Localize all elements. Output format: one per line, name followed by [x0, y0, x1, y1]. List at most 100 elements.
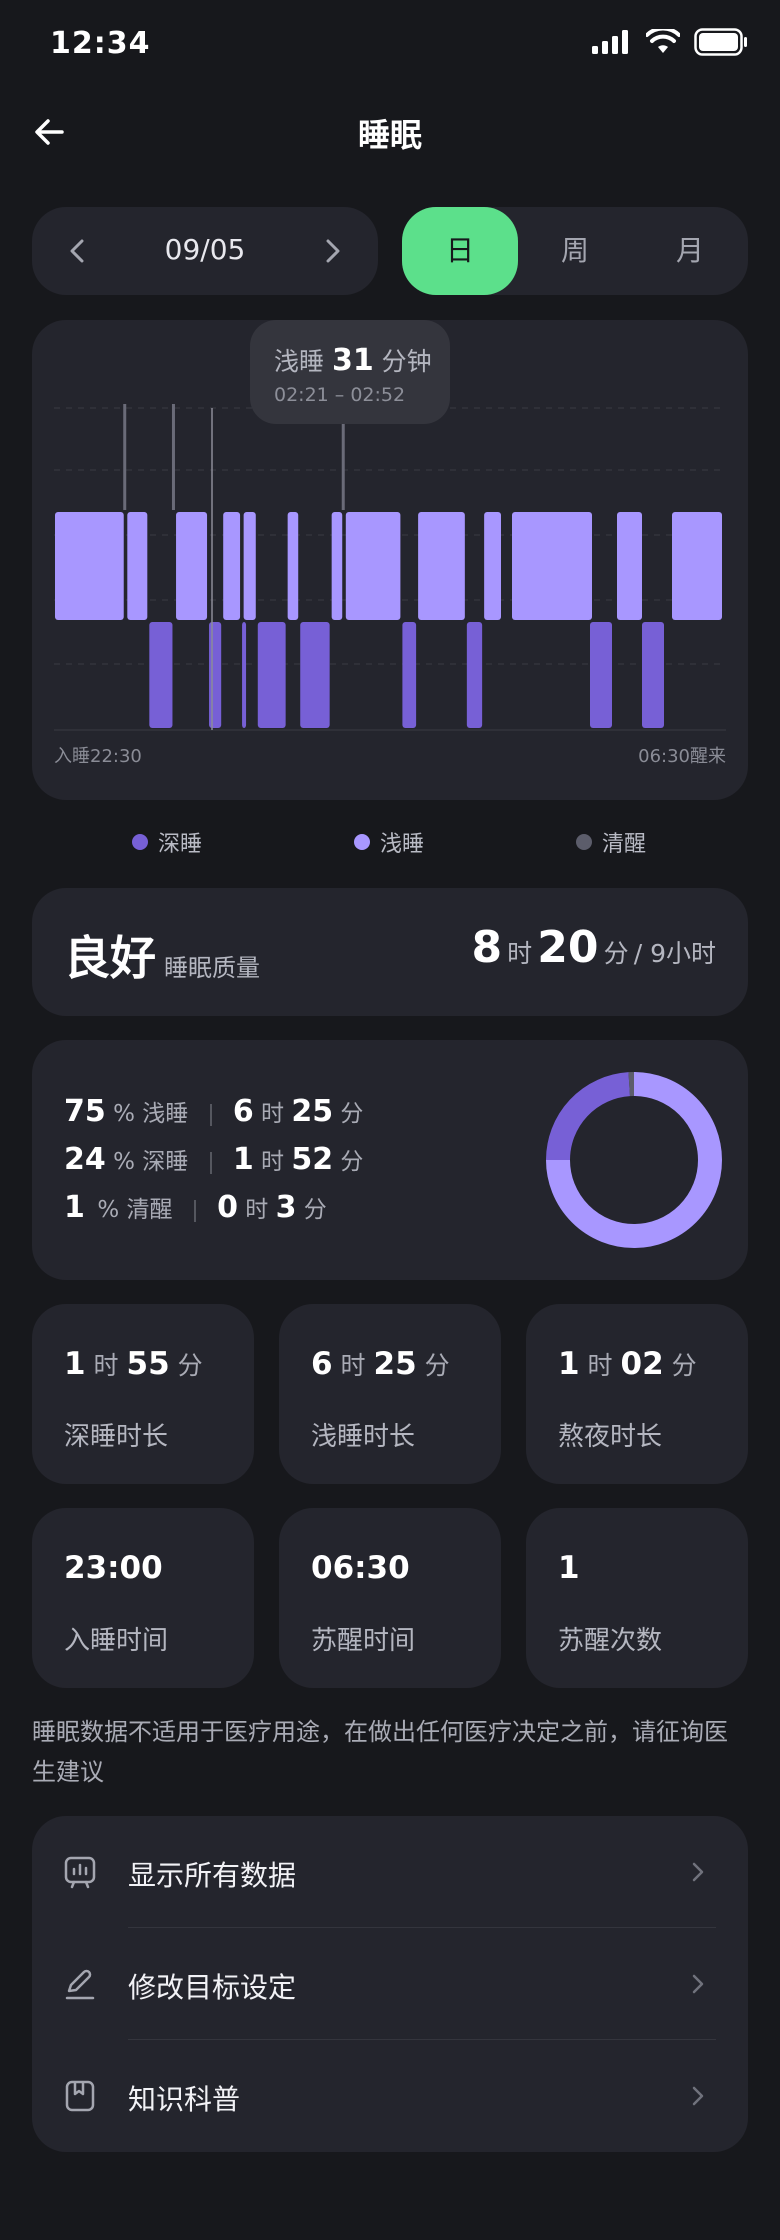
stage-breakdown-card: 75 % 浅睡 6 时 25 分 24 % 深睡 1 时 52 分 1 % 清醒…: [32, 1040, 748, 1280]
segment-deep-sleep[interactable]: [257, 622, 286, 728]
light-percent-unit: %: [113, 1101, 135, 1127]
menu-item-label: 修改目标设定: [128, 1971, 297, 2004]
chevron-right-icon: [692, 1862, 704, 1882]
segment-light-sleep[interactable]: [345, 512, 401, 620]
stat-hours: 1: [558, 1346, 580, 1382]
legend-deep: 深睡: [132, 826, 202, 858]
total-hours: 8: [471, 922, 503, 973]
segment-light-sleep[interactable]: [55, 512, 124, 620]
stat-wake-count: 1 苏醒次数: [526, 1508, 748, 1688]
stat-label: 深睡时长: [64, 1422, 169, 1452]
light-hours-unit: 时: [261, 1101, 285, 1127]
tab-month[interactable]: 月: [632, 207, 748, 295]
signal-icon: [592, 30, 628, 54]
stat-minutes-unit: 分: [671, 1351, 697, 1380]
stat-value-text: 06:30: [311, 1550, 410, 1586]
breakdown-row-deep: 24 % 深睡 1 时 52 分: [64, 1142, 363, 1177]
stat-value: 1 时 55 分: [64, 1346, 203, 1382]
chevron-right-icon[interactable]: [312, 231, 352, 271]
stat-light-duration: 6 时 25 分 浅睡时长: [279, 1304, 501, 1484]
stat-hours-unit: 时: [340, 1351, 366, 1380]
breakdown-row-awake: 1 % 清醒 0 时 3 分: [64, 1190, 327, 1225]
segment-light-sleep[interactable]: [287, 512, 299, 620]
stat-minutes: 55: [126, 1346, 170, 1382]
light-hours: 6: [232, 1094, 254, 1129]
legend-light-label: 浅睡: [380, 832, 425, 857]
stat-deep-duration: 1 时 55 分 深睡时长: [32, 1304, 254, 1484]
segment-deep-sleep[interactable]: [300, 622, 330, 728]
deep-stage-label: 深睡: [142, 1149, 189, 1175]
menu-item-knowledge[interactable]: 知识科普: [32, 2040, 748, 2152]
segment-light-sleep[interactable]: [617, 512, 642, 620]
menu-item-label: 显示所有数据: [128, 1859, 297, 1892]
tooltip-title: 浅睡 31 分钟: [274, 342, 432, 378]
legend-awake: 清醒: [576, 826, 646, 858]
tooltip-stage: 浅睡: [274, 347, 325, 376]
stat-label: 苏醒时间: [311, 1626, 416, 1656]
stat-value: 1 时 02 分: [558, 1346, 697, 1382]
total-minutes: 20: [537, 922, 599, 973]
book-icon: [65, 2080, 95, 2112]
segment-deep-sleep[interactable]: [590, 622, 612, 728]
quality-label: 良好: [64, 931, 156, 985]
chart-end-label: 06:30醒来: [638, 746, 726, 767]
segment-light-sleep[interactable]: [672, 512, 722, 620]
chart-tooltip: 浅睡 31 分钟 02:21 – 02:52: [250, 320, 450, 424]
legend-awake-dot: [576, 834, 592, 850]
divider: [193, 1199, 196, 1222]
segment-deep-sleep[interactable]: [242, 622, 247, 728]
stat-late-night-duration: 1 时 02 分 熬夜时长: [526, 1304, 748, 1484]
breakdown-row-light: 75 % 浅睡 6 时 25 分: [64, 1094, 363, 1129]
options-menu: 显示所有数据 修改目标设定 知识科普: [32, 1816, 748, 2152]
stat-value: 06:30: [311, 1550, 410, 1586]
segment-light-sleep[interactable]: [418, 512, 465, 620]
stat-value: 6 时 25 分: [311, 1346, 450, 1382]
segment-light-sleep[interactable]: [331, 512, 343, 620]
chart-icon: [64, 1856, 96, 1889]
stat-value: 23:00: [64, 1550, 163, 1586]
segment-light-sleep[interactable]: [127, 512, 148, 620]
segment-light-sleep[interactable]: [223, 512, 241, 620]
menu-item-show-all-data[interactable]: 显示所有数据: [32, 1816, 748, 1928]
status-icons: [592, 28, 748, 56]
deep-hours: 1: [232, 1142, 254, 1177]
stat-value: 1: [558, 1550, 580, 1586]
awake-stage-label: 清醒: [126, 1197, 173, 1223]
sleep-goal: / 9小时: [633, 939, 716, 968]
status-bar: 12:34: [0, 0, 780, 90]
segment-deep-sleep[interactable]: [209, 622, 222, 728]
tooltip-range: 02:21 – 02:52: [274, 384, 406, 406]
stat-minutes: 25: [373, 1346, 417, 1382]
light-minutes-unit: 分: [340, 1101, 364, 1127]
awake-percent-unit: %: [97, 1197, 120, 1223]
chart-start-label: 入睡22:30: [54, 746, 142, 767]
tab-week[interactable]: 周: [517, 207, 633, 295]
segment-light-sleep[interactable]: [176, 512, 208, 620]
segment-deep-sleep[interactable]: [466, 622, 483, 728]
tab-day[interactable]: 日: [402, 207, 518, 295]
legend-deep-dot: [132, 834, 148, 850]
status-time: 12:34: [50, 26, 151, 61]
deep-minutes: 52: [291, 1142, 334, 1177]
stat-minutes: 02: [620, 1346, 664, 1382]
menu-item-edit-goal[interactable]: 修改目标设定: [32, 1928, 748, 2040]
segment-light-sleep[interactable]: [512, 512, 592, 620]
segment-deep-sleep[interactable]: [402, 622, 417, 728]
segment-deep-sleep[interactable]: [149, 622, 173, 728]
awake-percent: 1: [64, 1190, 85, 1225]
stat-value-text: 23:00: [64, 1550, 163, 1586]
stat-label: 入睡时间: [64, 1626, 169, 1656]
deep-percent: 24: [64, 1142, 106, 1177]
segment-light-sleep[interactable]: [243, 512, 256, 620]
awake-hours: 0: [217, 1190, 238, 1225]
awake-minutes-unit: 分: [303, 1197, 327, 1223]
date-picker: 09/05: [32, 207, 378, 295]
awake-hours-unit: 时: [245, 1197, 269, 1223]
divider: [209, 1151, 212, 1174]
sleep-quality-card: 良好 睡眠质量 8 时 20 分 / 9小时: [32, 888, 748, 1016]
segment-deep-sleep[interactable]: [642, 622, 664, 728]
menu-item-label: 知识科普: [128, 2083, 241, 2116]
stat-label: 苏醒次数: [558, 1626, 663, 1656]
stat-hours: 1: [64, 1346, 86, 1382]
segment-light-sleep[interactable]: [484, 512, 501, 620]
